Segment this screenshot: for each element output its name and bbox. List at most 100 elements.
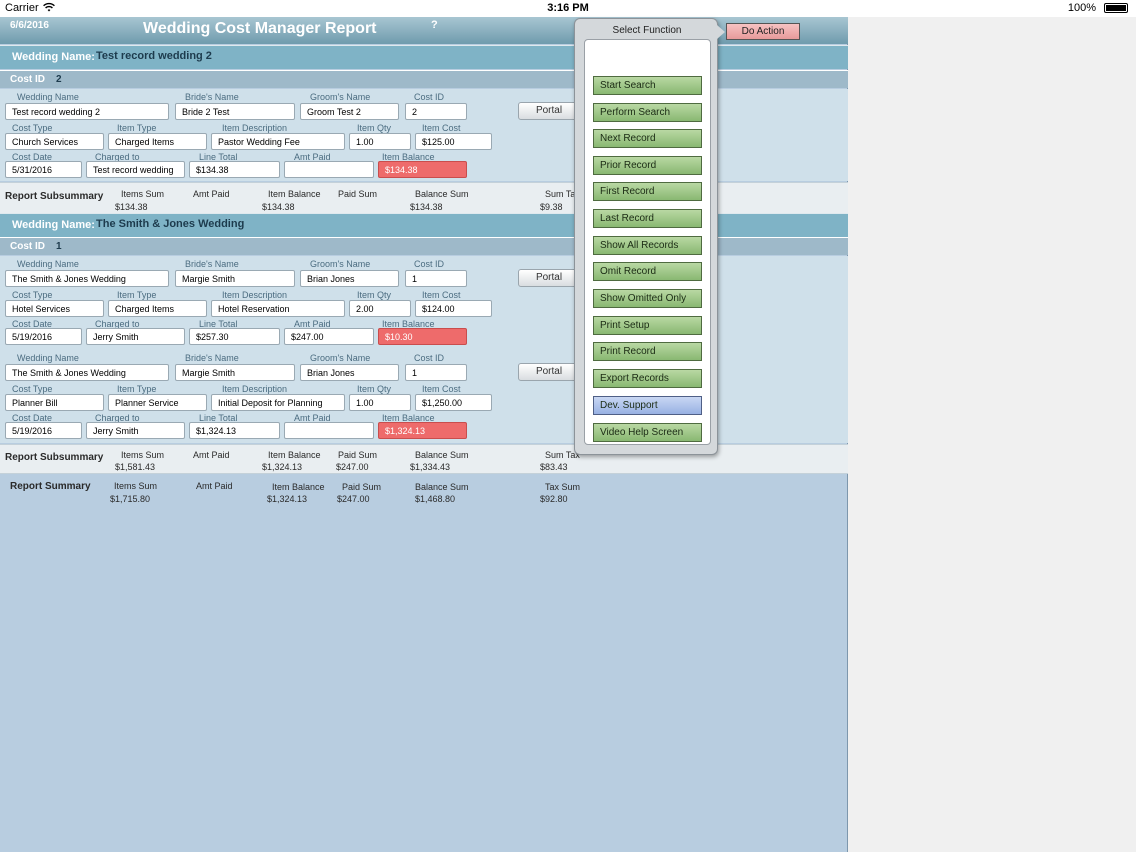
balance-sum-value: $1,468.80	[415, 494, 456, 504]
first-record-button[interactable]: First Record	[593, 182, 702, 201]
cost-id-field[interactable]: 1	[405, 364, 467, 381]
cost-date-field[interactable]: 5/19/2016	[5, 422, 82, 439]
paid-sum-value: $247.00	[337, 494, 370, 504]
brides-name-field[interactable]: Margie Smith	[175, 270, 295, 287]
portal-button[interactable]: Portal	[518, 363, 580, 381]
cost-type-field[interactable]: Hotel Services	[5, 300, 104, 317]
item-description-field[interactable]: Pastor Wedding Fee	[211, 133, 345, 150]
item-type-label: Item Type	[117, 123, 157, 133]
item-description-label: Item Description	[222, 123, 288, 133]
item-type-field[interactable]: Charged Items	[108, 300, 207, 317]
brides-name-field[interactable]: Bride 2 Test	[175, 103, 295, 120]
item-cost-field[interactable]: $124.00	[415, 300, 492, 317]
cost-type-field[interactable]: Church Services	[5, 133, 104, 150]
print-setup-button[interactable]: Print Setup	[593, 316, 702, 335]
dev-support-button[interactable]: Dev. Support	[593, 396, 702, 415]
wedding-name-bar: Wedding Name: The Smith & Jones Wedding	[0, 213, 848, 237]
item-balance-sum-value: $1,324.13	[262, 462, 303, 472]
battery-percent: 100%	[1067, 2, 1096, 14]
item-balance-field[interactable]: $1,324.13	[378, 422, 467, 439]
item-qty-field[interactable]: 1.00	[349, 394, 411, 411]
print-record-button[interactable]: Print Record	[593, 342, 702, 361]
export-records-button[interactable]: Export Records	[593, 369, 702, 388]
start-search-button[interactable]: Start Search	[593, 76, 702, 95]
item-qty-label: Item Qty	[357, 290, 392, 300]
line-total-field[interactable]: $257.30	[189, 328, 280, 345]
report-subsummary: Report Subsummary Items Sum Amt Paid Ite…	[0, 182, 848, 214]
amt-paid-field[interactable]: $247.00	[284, 328, 374, 345]
paid-sum-value: $247.00	[336, 462, 369, 472]
do-action-button[interactable]: Do Action	[726, 23, 800, 40]
wedding-name-field[interactable]: Test record wedding 2	[5, 103, 169, 120]
charged-to-field[interactable]: Jerry Smith	[86, 422, 185, 439]
item-balance-field[interactable]: $134.38	[378, 161, 467, 178]
cost-id-field[interactable]: 2	[405, 103, 467, 120]
prior-record-button[interactable]: Prior Record	[593, 156, 702, 175]
item-balance-sum-label: Item Balance	[268, 189, 321, 199]
show-omitted-only-button[interactable]: Show Omitted Only	[593, 289, 702, 308]
cost-id-value: 2	[56, 74, 62, 85]
charged-to-field[interactable]: Jerry Smith	[86, 328, 185, 345]
perform-search-button[interactable]: Perform Search	[593, 103, 702, 122]
omit-record-button[interactable]: Omit Record	[593, 262, 702, 281]
item-description-field[interactable]: Hotel Reservation	[211, 300, 345, 317]
last-record-button[interactable]: Last Record	[593, 209, 702, 228]
brides-name-field[interactable]: Margie Smith	[175, 364, 295, 381]
report-subsummary: Report Subsummary Items Sum Amt Paid Ite…	[0, 444, 848, 474]
report-summary: Report Summary Items Sum Amt Paid Item B…	[0, 476, 848, 516]
function-list: Start Search Perform Search Next Record …	[584, 39, 711, 445]
balance-sum-label: Balance Sum	[415, 189, 469, 199]
items-sum-value: $1,581.43	[115, 462, 156, 472]
item-qty-field[interactable]: 1.00	[349, 133, 411, 150]
video-help-screen-button[interactable]: Video Help Screen	[593, 423, 702, 442]
item-type-field[interactable]: Charged Items	[108, 133, 207, 150]
grooms-name-field[interactable]: Brian Jones	[300, 364, 399, 381]
wedding-name-value: Test record wedding 2	[96, 50, 212, 62]
report-area: 6/6/2016 Wedding Cost Manager Report ? W…	[0, 17, 848, 852]
tax-sum-label: Tax Sum	[545, 482, 581, 492]
item-description-label: Item Description	[222, 290, 288, 300]
grooms-name-field[interactable]: Brian Jones	[300, 270, 399, 287]
cost-date-field[interactable]: 5/31/2016	[5, 161, 82, 178]
cost-type-label: Cost Type	[12, 384, 53, 394]
items-sum-value: $1,715.80	[110, 494, 151, 504]
help-icon[interactable]: ?	[431, 19, 438, 31]
wedding-name-field[interactable]: The Smith & Jones Wedding	[5, 364, 169, 381]
report-title: Wedding Cost Manager Report	[143, 20, 377, 37]
cost-id-field-label: Cost ID	[414, 353, 445, 363]
summary-title: Report Summary	[10, 481, 91, 492]
cost-id-field[interactable]: 1	[405, 270, 467, 287]
amt-paid-field[interactable]	[284, 161, 374, 178]
wedding-name-field[interactable]: The Smith & Jones Wedding	[5, 270, 169, 287]
cost-date-field[interactable]: 5/19/2016	[5, 328, 82, 345]
screen: Carrier 3:16 PM 100% 6/6/2016 Wedding Co…	[0, 0, 1136, 852]
cost-type-field[interactable]: Planner Bill	[5, 394, 104, 411]
item-type-field[interactable]: Planner Service	[108, 394, 207, 411]
item-description-field[interactable]: Initial Deposit for Planning	[211, 394, 345, 411]
show-all-records-button[interactable]: Show All Records	[593, 236, 702, 255]
line-total-field[interactable]: $134.38	[189, 161, 280, 178]
sum-tax-value: $83.43	[540, 462, 568, 472]
balance-sum-value: $134.38	[410, 202, 443, 212]
amt-paid-field[interactable]	[284, 422, 374, 439]
item-balance-sum-label: Item Balance	[272, 482, 325, 492]
amt-paid-sum-label: Amt Paid	[196, 481, 233, 491]
item-cost-field[interactable]: $1,250.00	[415, 394, 492, 411]
portal-button[interactable]: Portal	[518, 269, 580, 287]
portal-button[interactable]: Portal	[518, 102, 580, 120]
cost-record-list: Wedding Name Bride's Name Groom's Name C…	[0, 256, 848, 443]
next-record-button[interactable]: Next Record	[593, 129, 702, 148]
item-qty-field[interactable]: 2.00	[349, 300, 411, 317]
wedding-name-field-label: Wedding Name	[17, 92, 79, 102]
cost-id-label: Cost ID	[10, 74, 45, 85]
paid-sum-label: Paid Sum	[338, 189, 378, 199]
paid-sum-label: Paid Sum	[338, 450, 378, 460]
item-balance-field[interactable]: $10.30	[378, 328, 467, 345]
line-total-field[interactable]: $1,324.13	[189, 422, 280, 439]
grooms-name-label: Groom's Name	[310, 353, 371, 363]
charged-to-field[interactable]: Test record wedding	[86, 161, 185, 178]
status-bar: Carrier 3:16 PM 100%	[0, 0, 1136, 17]
item-cost-field[interactable]: $125.00	[415, 133, 492, 150]
grooms-name-field[interactable]: Groom Test 2	[300, 103, 399, 120]
item-qty-label: Item Qty	[357, 123, 392, 133]
